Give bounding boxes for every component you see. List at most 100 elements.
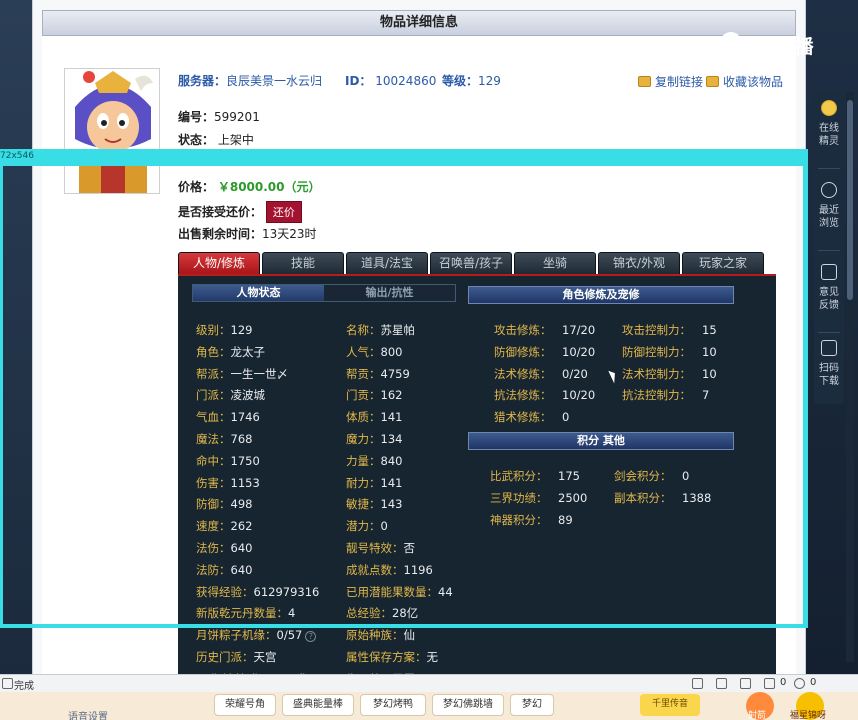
stat-value: 4759 (380, 366, 410, 381)
stat-label: 耐力： (346, 475, 381, 490)
tab-items[interactable]: 道具/法宝 (346, 252, 428, 274)
stat-label: 魔法： (196, 432, 231, 446)
stat-label: 法防： (196, 562, 231, 577)
code-value: 599201 (214, 110, 260, 124)
side-item-feedback[interactable]: 意见 反馈 (814, 256, 844, 330)
stat-label: 剑会积分： (614, 469, 672, 483)
side-toolbar: 在线 精灵 最近 浏览 意见 反馈 扫码 下载 (814, 92, 844, 404)
gift-button[interactable]: 梦幻佛跳墙 (432, 694, 504, 716)
zoom-icon[interactable] (794, 678, 805, 689)
subtab-status[interactable]: 人物状态 (193, 285, 324, 301)
remaining-value: 13天23时 (262, 227, 317, 241)
counter-2: 0 (810, 677, 817, 688)
stat-value: 28亿 (392, 606, 419, 621)
tab-home[interactable]: 玩家之家 (682, 252, 764, 274)
gift-button[interactable]: 梦幻 (510, 694, 554, 716)
cut-icon[interactable] (740, 678, 751, 689)
speaker-icon[interactable] (764, 678, 775, 689)
points-row: 三界功绩： 2500 (490, 490, 587, 506)
server-label: 服务器： (178, 74, 227, 88)
stat-value: 1388 (682, 490, 712, 505)
stat-value: 0 (682, 469, 690, 483)
price-value: ￥8000.00（元） (217, 180, 321, 194)
stat-row: 门贡：162 (346, 387, 402, 403)
stat-value: 0 (562, 410, 570, 425)
stat-label: 帮贡： (346, 366, 381, 381)
side-item-assistant[interactable]: 在线 精灵 (814, 92, 844, 166)
stat-label: 总经验： (346, 606, 392, 621)
tab-character[interactable]: 人物/修炼 (178, 252, 260, 274)
id-value: 10024860 (375, 74, 437, 88)
stat-value: 141 (380, 410, 403, 425)
stat-value: 840 (380, 453, 403, 468)
stat-value: 1746 (230, 410, 260, 425)
scrollbar-thumb[interactable] (847, 100, 853, 300)
cultivation-row: 抗法控制力： 7 (622, 387, 709, 403)
gift-button[interactable]: 梦幻烤鸭 (360, 694, 426, 716)
stat-row: 已用潜能果数量：44 (346, 584, 453, 600)
side-item-label: 最近 浏览 (819, 205, 839, 229)
stat-value: 10/20 (562, 344, 596, 359)
stat-row: 人气：800 (346, 344, 402, 360)
promo-banner[interactable]: 千里传音 (640, 694, 700, 716)
voice-settings[interactable]: 语音设置 (68, 708, 108, 720)
stat-value: 612979316 (253, 584, 320, 599)
status-text: 完成 (14, 681, 34, 692)
points-row: 副本积分： 1388 (614, 490, 711, 506)
stat-row: 帮派：一生一世〆 (196, 366, 288, 382)
item-detail-page: 物品详细信息 服务器：良辰美景一水云归 ID： 10024860 等级：129 … (42, 10, 796, 686)
stat-value: 天宫 (253, 650, 277, 664)
stat-label: 门贡： (346, 388, 381, 403)
stat-row: 月饼粽子机缘：0/57? (196, 627, 317, 643)
help-icon[interactable]: ? (305, 631, 317, 643)
page-title: 物品详细信息 (42, 10, 796, 36)
character-panel: 人物状态 输出/抗性 级别：129 角色：龙太子 帮派：一生一世〆 门派：凌波城 气血：… (178, 274, 776, 686)
status-label: 状态： (178, 133, 215, 147)
stat-row: 命中：1750 (196, 453, 260, 469)
gift-button[interactable]: 盛典能量棒 (282, 694, 354, 716)
stat-label: 气血： (196, 410, 231, 425)
stat-row: 成就点数：1196 (346, 562, 433, 578)
cultivation-row: 法术控制力： 10 (622, 366, 717, 382)
archery-label: 射箭 (748, 711, 767, 720)
stat-label: 获得经验： (196, 584, 254, 599)
favorite-label[interactable]: 收藏该物品 (723, 75, 783, 89)
copy-link-button[interactable]: 复制链接 (638, 73, 703, 90)
stat-label: 力量： (346, 453, 381, 468)
bargain-row: 是否接受还价： 还价 (178, 201, 302, 223)
tab-pets[interactable]: 召唤兽/孩子 (430, 252, 512, 274)
stat-label: 命中： (196, 453, 231, 468)
bargain-button[interactable]: 还价 (265, 201, 302, 223)
stat-row: 角色：龙太子 (196, 344, 265, 360)
stat-row: 历史门派：天宫 (196, 649, 277, 665)
cultivation-row: 抗法修炼： 10/20 (494, 387, 595, 403)
stat-label: 成就点数： (346, 562, 404, 577)
tab-mounts[interactable]: 坐骑 (514, 252, 596, 274)
stat-label: 月饼粽子机缘： (196, 628, 277, 643)
stat-label: 防御修炼： (494, 344, 552, 359)
side-item-recent[interactable]: 最近 浏览 (814, 174, 844, 248)
clock-icon (821, 182, 837, 198)
side-divider (818, 168, 840, 169)
cultivation-row: 攻击修炼： 17/20 (494, 322, 595, 338)
gift-button[interactable]: 荣耀号角 (214, 694, 276, 716)
stat-label: 敏捷： (346, 497, 381, 512)
assistant-icon (821, 100, 837, 116)
stat-value: 162 (380, 388, 403, 403)
copy-link-label[interactable]: 复制链接 (655, 75, 703, 89)
stat-value: 无 (426, 650, 439, 664)
lucky-star-label: 福星锦呀 (790, 711, 827, 720)
shield-icon[interactable] (692, 678, 703, 689)
stat-row: 总经验：28亿 (346, 605, 418, 621)
stat-label: 副本积分： (614, 490, 672, 505)
favorite-button[interactable]: 收藏该物品 (706, 73, 783, 90)
subtab-output[interactable]: 输出/抗性 (324, 285, 455, 301)
side-item-download[interactable]: 扫码 下载 (814, 332, 844, 406)
code-row: 编号：599201 (178, 108, 260, 125)
tab-outfits[interactable]: 锦衣/外观 (598, 252, 680, 274)
stat-value: 1196 (403, 562, 433, 577)
tab-skills[interactable]: 技能 (262, 252, 344, 274)
stat-value: 一生一世〆 (230, 366, 289, 381)
remaining-time-row: 出售剩余时间：13天23时 (178, 225, 317, 242)
download-icon[interactable] (716, 678, 727, 689)
